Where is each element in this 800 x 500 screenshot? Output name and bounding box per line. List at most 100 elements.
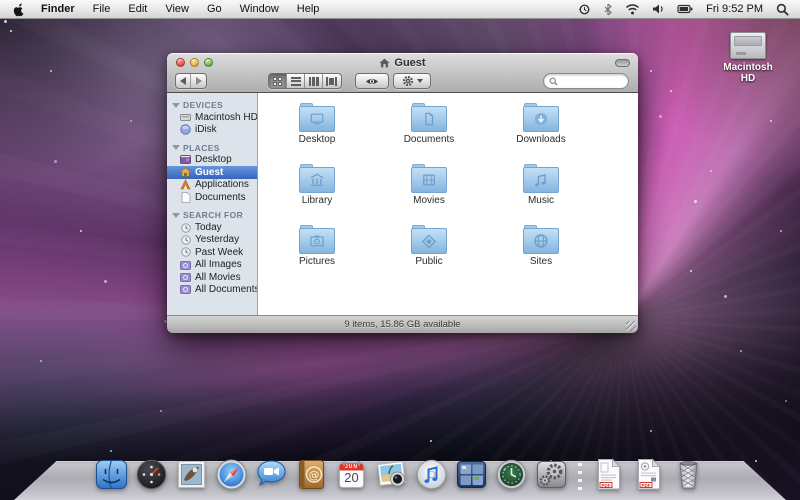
mail-icon <box>175 458 208 491</box>
folder-public[interactable]: Public <box>373 225 485 286</box>
column-view-button[interactable] <box>305 74 323 88</box>
folder-library[interactable]: Library <box>261 164 373 225</box>
menu-item-finder[interactable]: Finder <box>32 0 84 18</box>
battery-menu-icon[interactable] <box>672 4 698 14</box>
back-button[interactable] <box>176 74 191 88</box>
sidebar-item-label: All Movies <box>195 272 241 283</box>
window-title: Guest <box>379 57 425 69</box>
menu-item-file[interactable]: File <box>84 0 120 18</box>
folder-desktop[interactable]: Desktop <box>261 103 373 164</box>
apple-menu[interactable] <box>0 2 32 17</box>
sidebar-item-today[interactable]: Today <box>167 221 257 233</box>
folder-grid: Desktop Documents Downloads Library Movi… <box>261 103 597 286</box>
menu-item-go[interactable]: Go <box>198 0 231 18</box>
pdf-label: PDF <box>640 483 652 488</box>
menu-item-edit[interactable]: Edit <box>119 0 156 18</box>
forward-arrow-icon <box>196 77 202 85</box>
sidebar-section-places[interactable]: PLACES <box>167 142 257 154</box>
spotlight-icon[interactable] <box>771 3 794 16</box>
dock-item-pdf-document[interactable]: PDF <box>592 458 625 491</box>
sidebar-section-devices[interactable]: DEVICES <box>167 99 257 111</box>
list-view-button[interactable] <box>287 74 305 88</box>
search-field[interactable] <box>543 73 629 89</box>
dashboard-icon <box>135 458 168 491</box>
time-machine-menu-icon[interactable] <box>573 3 596 16</box>
section-title: PLACES <box>183 143 220 153</box>
nav-buttons <box>175 73 207 89</box>
sidebar-item-applications[interactable]: Applications <box>167 179 257 191</box>
dock-item-dashboard[interactable] <box>135 458 168 491</box>
sidebar-item-all-documents[interactable]: All Documents <box>167 283 257 295</box>
toolbar-toggle-button[interactable] <box>615 59 630 67</box>
sidebar-item-all-movies[interactable]: All Movies <box>167 271 257 283</box>
dock-item-system-preferences[interactable] <box>535 458 568 491</box>
window-status-bar: 9 items, 15.86 GB available <box>167 315 638 333</box>
folder-pictures[interactable]: Pictures <box>261 225 373 286</box>
safari-icon <box>215 458 248 491</box>
address-book-icon: @ <box>295 458 328 491</box>
dock-item-finder[interactable] <box>95 458 128 491</box>
sidebar-item-all-images[interactable]: All Images <box>167 259 257 271</box>
dock-item-ical[interactable]: JUN 20 <box>335 458 368 491</box>
dock-item-pdf-document-2[interactable]: PDF <box>632 458 665 491</box>
coverflow-view-button[interactable] <box>323 74 341 88</box>
dock-item-address-book[interactable]: @ <box>295 458 328 491</box>
action-menu-button[interactable] <box>393 73 431 89</box>
menu-bar-clock[interactable]: Fri 9:52 PM <box>700 3 769 15</box>
menu-item-help[interactable]: Help <box>288 0 329 18</box>
home-icon <box>379 58 390 68</box>
sidebar-section-search-for[interactable]: SEARCH FOR <box>167 209 257 221</box>
status-text: 9 items, 15.86 GB available <box>344 319 460 330</box>
volume-menu-icon[interactable] <box>647 3 670 15</box>
dock-item-ichat[interactable] <box>255 458 288 491</box>
chevron-down-icon <box>417 79 423 83</box>
dock-item-itunes[interactable] <box>415 458 448 491</box>
folder-downloads[interactable]: Downloads <box>485 103 597 164</box>
forward-button[interactable] <box>191 74 206 88</box>
folder-sites[interactable]: Sites <box>485 225 597 286</box>
icon-view-button[interactable] <box>269 74 287 88</box>
sidebar-item-macintosh-hd[interactable]: Macintosh HD <box>167 111 257 123</box>
sidebar-item-past-week[interactable]: Past Week <box>167 246 257 258</box>
folder-documents[interactable]: Documents <box>373 103 485 164</box>
sidebar-item-label: Applications <box>195 179 249 190</box>
ichat-icon <box>255 458 288 491</box>
finder-icon <box>95 458 128 491</box>
window-titlebar[interactable]: Guest <box>167 53 638 72</box>
dock-items: @ JUN 20 <box>0 458 800 491</box>
music-folder-icon <box>523 164 559 193</box>
sidebar-item-label: Past Week <box>195 247 243 258</box>
resize-grip[interactable] <box>626 321 636 331</box>
desktop-icon-macintosh-hd[interactable]: Macintosh HD <box>716 32 780 84</box>
sidebar-item-guest[interactable]: Guest <box>167 166 257 178</box>
search-input[interactable] <box>561 76 621 87</box>
sidebar-item-idisk[interactable]: iDisk <box>167 123 257 135</box>
dock-item-mail[interactable] <box>175 458 208 491</box>
close-button[interactable] <box>176 58 185 67</box>
bluetooth-menu-icon[interactable] <box>598 3 618 16</box>
public-folder-icon <box>411 225 447 254</box>
dock-item-safari[interactable] <box>215 458 248 491</box>
sidebar-item-yesterday[interactable]: Yesterday <box>167 234 257 246</box>
icon-view-icon <box>273 77 282 86</box>
zoom-button[interactable] <box>204 58 213 67</box>
menu-item-window[interactable]: Window <box>231 0 288 18</box>
wifi-menu-icon[interactable] <box>620 3 645 15</box>
minimize-button[interactable] <box>190 58 199 67</box>
itunes-icon <box>415 458 448 491</box>
star-field-pink <box>4 20 7 23</box>
sidebar-item-desktop[interactable]: Desktop <box>167 154 257 166</box>
window-controls <box>176 58 213 67</box>
quick-look-button[interactable] <box>355 73 389 89</box>
dock-item-spaces[interactable] <box>455 458 488 491</box>
menu-item-view[interactable]: View <box>156 0 198 18</box>
dock-item-trash[interactable] <box>672 458 705 491</box>
dock-item-time-machine[interactable] <box>495 458 528 491</box>
folder-music[interactable]: Music <box>485 164 597 225</box>
sidebar-item-documents[interactable]: Documents <box>167 191 257 203</box>
back-arrow-icon <box>180 77 186 85</box>
folder-movies[interactable]: Movies <box>373 164 485 225</box>
menu-bar-status-area: Fri 9:52 PM <box>573 3 800 16</box>
dock-item-iphoto[interactable] <box>375 458 408 491</box>
apple-icon <box>12 2 25 17</box>
